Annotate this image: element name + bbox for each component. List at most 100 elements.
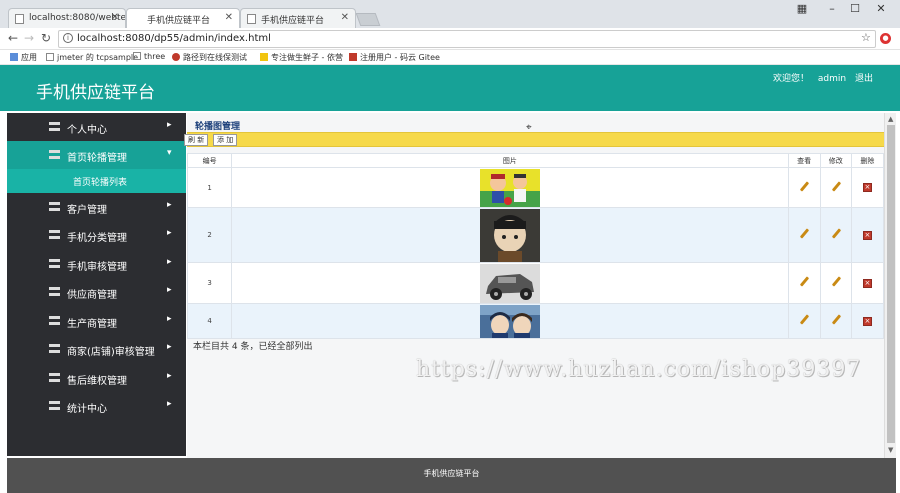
gitee-icon — [349, 53, 357, 61]
minimize-icon[interactable]: – — [820, 2, 844, 15]
close-window-icon[interactable]: ✕ — [869, 2, 893, 15]
app-header: 手机供应链平台 欢迎您！ admin 退出 — [0, 65, 900, 111]
bookmark-apps[interactable]: 应用 — [10, 52, 37, 63]
row-edit-cell — [819, 303, 852, 339]
chevron-right-icon: ▸ — [167, 285, 172, 295]
sidebar-item-carousel[interactable]: 首页轮播管理 ▾ — [7, 141, 186, 169]
scroll-up-icon[interactable]: ▲ — [888, 115, 893, 123]
back-icon[interactable]: ← — [8, 31, 18, 45]
menu-stack-icon — [49, 287, 60, 296]
close-tab-icon[interactable]: ✕ — [225, 12, 233, 23]
folder-icon — [260, 53, 268, 61]
view-pencil-icon[interactable] — [799, 182, 809, 192]
content-scrollbar[interactable]: ▲ ▼ — [884, 113, 896, 458]
bookmark-item[interactable]: 注册用户 - 码云 Gitee — [349, 52, 440, 63]
close-tab-icon[interactable]: ✕ — [341, 12, 349, 23]
edit-pencil-icon[interactable] — [831, 229, 841, 239]
browser-tab-3[interactable]: 手机供应链平台 ✕ — [240, 8, 356, 28]
sidebar-item-phone-category[interactable]: 手机分类管理 ▸ — [7, 221, 186, 249]
sidebar-item-label: 生产商管理 — [67, 319, 117, 330]
edit-pencil-icon[interactable] — [831, 182, 841, 192]
sidebar-item-label: 售后维权管理 — [67, 376, 127, 387]
profile-icon[interactable]: ▦ — [790, 2, 814, 15]
sidebar-item-after-sales[interactable]: 售后维权管理 ▸ — [7, 364, 186, 392]
close-tab-icon[interactable]: ✕ — [111, 12, 119, 23]
page-icon — [46, 53, 54, 61]
row-edit-cell — [819, 207, 852, 263]
page-icon — [133, 52, 141, 60]
sidebar-subitem-label: 首页轮播列表 — [73, 178, 128, 188]
username-link[interactable]: admin — [818, 74, 846, 84]
welcome-text: 欢迎您！ — [773, 74, 810, 84]
reload-icon[interactable]: ↻ — [41, 31, 51, 45]
mouse-cursor-icon: ⌖ — [526, 122, 532, 133]
sidebar: 个人中心 ▸ 首页轮播管理 ▾ 首页轮播列表 客户管理 ▸ 手机分类管理 ▸ 手… — [7, 113, 186, 456]
row-id: 1 — [186, 167, 233, 208]
footer-text: 手机供应链平台 — [423, 469, 480, 478]
delete-icon[interactable]: × — [862, 230, 872, 240]
cartoon-kids-thumbnail[interactable] — [479, 168, 540, 207]
toy-car-thumbnail[interactable] — [479, 263, 540, 303]
sidebar-item-statistics[interactable]: 统计中心 ▸ — [7, 392, 186, 420]
maximize-icon[interactable]: ☐ — [843, 2, 867, 15]
view-pencil-icon[interactable] — [799, 315, 809, 325]
edit-pencil-icon[interactable] — [831, 315, 841, 325]
scroll-down-icon[interactable]: ▼ — [888, 446, 893, 454]
table-row: 3 × — [186, 262, 885, 304]
table-row: 4 × — [186, 303, 885, 339]
refresh-button[interactable]: 刷 新 — [184, 134, 209, 146]
delete-icon[interactable]: × — [862, 278, 872, 288]
main-content: 轮播图管理 刷 新 添 加 编号 图片 查看 修改 删除 1 × 2 × 3 ×… — [184, 113, 885, 458]
column-header-view: 查看 — [787, 153, 821, 168]
info-icon[interactable]: i — [63, 33, 73, 43]
bookmark-item[interactable]: jmeter 的 tcpsample — [46, 52, 138, 63]
column-header-id: 编号 — [186, 153, 233, 168]
sidebar-item-customers[interactable]: 客户管理 ▸ — [7, 193, 186, 221]
delete-icon[interactable]: × — [862, 183, 872, 192]
extension-icon[interactable]: ● — [880, 33, 891, 44]
view-pencil-icon[interactable] — [799, 277, 809, 287]
sidebar-item-label: 个人中心 — [67, 125, 107, 136]
add-button[interactable]: 添 加 — [213, 134, 238, 146]
column-header-image: 图片 — [231, 153, 789, 168]
browser-tab-1[interactable]: localhost:8080/webtex ✕ — [8, 8, 126, 28]
delete-icon[interactable]: × — [862, 316, 872, 326]
breadcrumb: 轮播图管理 — [195, 122, 241, 132]
bookmark-star-icon[interactable]: ☆ — [861, 31, 871, 44]
sidebar-item-store-review[interactable]: 商家(店铺)审核管理 ▸ — [7, 335, 186, 363]
chevron-right-icon: ▸ — [167, 228, 172, 238]
table-header-row: 编号 图片 查看 修改 删除 — [186, 153, 885, 168]
sidebar-item-label: 客户管理 — [67, 205, 107, 216]
row-edit-cell — [819, 167, 852, 208]
bookmark-item[interactable]: 专注做生鲜子 - 依营 — [260, 52, 343, 63]
row-image-cell — [231, 207, 789, 263]
row-delete-cell: × — [850, 167, 885, 208]
tab-strip: localhost:8080/webtex ✕ 手机供应链平台 ✕ 手机供应链平… — [0, 0, 900, 28]
sidebar-item-phone-review[interactable]: 手机审核管理 ▸ — [7, 250, 186, 278]
bookmark-item[interactable]: three — [133, 52, 165, 61]
scroll-thumb[interactable] — [887, 125, 895, 443]
site-icon — [172, 53, 180, 61]
address-bar[interactable]: i localhost:8080/dp55/admin/index.html — [58, 30, 876, 48]
cartoon-boy-thumbnail[interactable] — [479, 208, 540, 262]
browser-tab-2[interactable]: 手机供应链平台 ✕ — [126, 8, 240, 28]
chevron-right-icon: ▸ — [167, 314, 172, 324]
sidebar-item-label: 首页轮播管理 — [67, 153, 127, 164]
menu-stack-icon — [49, 122, 60, 131]
row-view-cell — [787, 303, 821, 339]
bookmarks-bar: 应用 jmeter 的 tcpsample three 路径到在线保测试 专注做… — [0, 50, 900, 65]
new-tab-button[interactable] — [355, 13, 381, 26]
menu-stack-icon — [49, 259, 60, 268]
forward-icon[interactable]: → — [24, 31, 34, 45]
logout-link[interactable]: 退出 — [855, 74, 873, 84]
view-pencil-icon[interactable] — [799, 229, 809, 239]
sidebar-item-manufacturers[interactable]: 生产商管理 ▸ — [7, 307, 186, 335]
edit-pencil-icon[interactable] — [831, 277, 841, 287]
sidebar-item-suppliers[interactable]: 供应商管理 ▸ — [7, 278, 186, 306]
anime-detective-thumbnail[interactable] — [479, 304, 540, 338]
apps-grid-icon — [10, 53, 18, 61]
chevron-right-icon: ▸ — [167, 342, 172, 352]
sidebar-subitem-carousel-list[interactable]: 首页轮播列表 — [7, 169, 186, 193]
sidebar-item-personal-center[interactable]: 个人中心 ▸ — [7, 113, 186, 141]
bookmark-item[interactable]: 路径到在线保测试 — [172, 52, 247, 63]
